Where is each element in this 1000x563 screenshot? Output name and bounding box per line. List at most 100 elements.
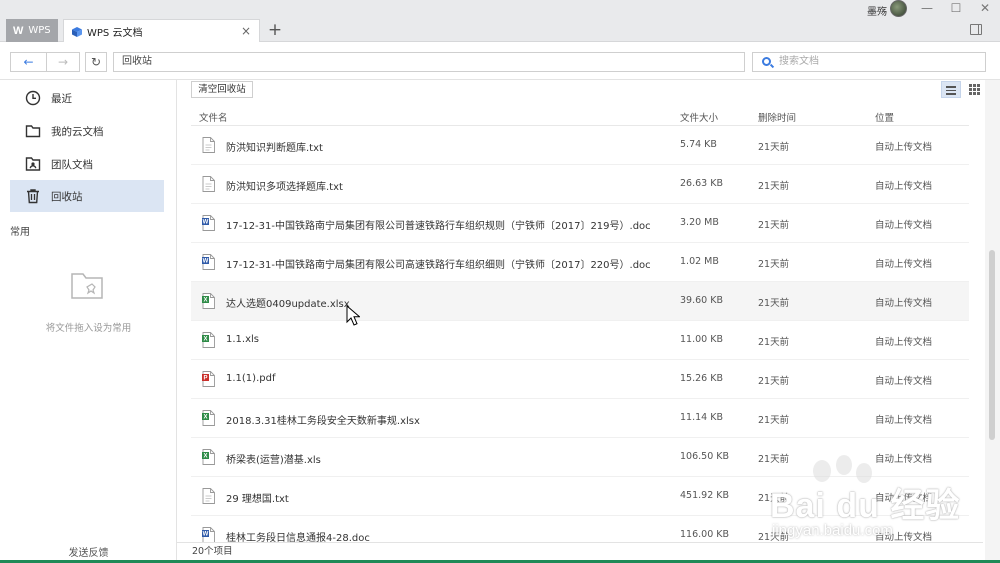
tab-wps-label: WPS [28,25,51,36]
watermark-url: jingyan.baidu.com [772,522,893,539]
word-file-icon: W [202,215,215,231]
empty-favorites-folder-icon [71,273,103,299]
send-feedback-link[interactable]: 发送反馈 [0,544,177,559]
deleted-time: 21天前 [758,142,790,153]
file-size: 11.00 KB [680,334,723,345]
file-name[interactable]: 29 理想国.txt [226,490,289,505]
file-size: 39.60 KB [680,295,723,306]
navigation-bar: ← → ↻ 回收站 搜索文档 [0,42,1000,80]
file-name[interactable]: 1.1.xls [226,334,259,345]
back-button[interactable]: ← [10,52,46,72]
column-header-name[interactable]: 文件名 [199,110,228,124]
table-row[interactable]: X 2018.3.31桂林工务段安全天数新事规.xlsx 11.14 KB 21天前 自… [191,399,969,438]
new-tab-button[interactable]: + [266,20,284,40]
file-name[interactable]: 桥梁表(运营)潜基.xls [226,451,321,466]
sidebar-item-label: 最近 [51,92,72,105]
file-name[interactable]: 17-12-31-中国铁路南宁局集团有限公司高速铁路行车组织细则（宁铁师〔201… [226,256,651,271]
svg-text:X: X [203,337,207,343]
file-location: 自动上传文档 [875,220,933,231]
sidebar-item-recent[interactable]: 最近 [10,82,164,114]
file-name[interactable]: 1.1(1).pdf [226,373,275,384]
sidebar: 最近 我的云文档 团队文档 回收站 常用 将文件拖入设为常用 发送反馈 [0,80,177,560]
svg-text:W: W [203,532,209,538]
search-input[interactable]: 搜索文档 [752,52,986,72]
file-size: 451.92 KB [680,490,730,501]
table-row[interactable]: 防洪知识判断题库.txt 5.74 KB 21天前 自动上传文档 [191,126,969,165]
word-file-icon: W [202,254,215,270]
table-row[interactable]: P 1.1(1).pdf 15.26 KB 21天前 自动上传文档 [191,360,969,399]
file-name[interactable]: 防洪知识多项选择题库.txt [226,178,343,193]
table-row[interactable]: W 17-12-31-中国铁路南宁局集团有限公司高速铁路行车组织细则（宁铁师〔20… [191,243,969,282]
table-row[interactable]: W 17-12-31-中国铁路南宁局集团有限公司普速铁路行车组织规则（宁铁师〔20… [191,204,969,243]
search-placeholder: 搜索文档 [779,56,819,67]
team-folder-icon [25,157,41,171]
txt-file-icon [202,176,215,192]
file-name[interactable]: 2018.3.31桂林工务段安全天数新事规.xlsx [226,412,420,427]
deleted-time: 21天前 [758,337,790,348]
sidebar-item-team[interactable]: 团队文档 [10,148,164,180]
search-icon [762,57,771,66]
refresh-button[interactable]: ↻ [85,52,107,72]
deleted-time: 21天前 [758,259,790,270]
deleted-time: 21天前 [758,376,790,387]
file-location: 自动上传文档 [875,181,933,192]
side-panel-toggle-icon[interactable] [970,24,982,35]
mouse-cursor-icon [346,305,360,326]
file-size: 116.00 KB [680,529,730,540]
forward-button[interactable]: → [46,52,80,72]
scrollbar-thumb[interactable] [989,250,995,440]
file-name[interactable]: 17-12-31-中国铁路南宁局集团有限公司普速铁路行车组织规则（宁铁师〔201… [226,217,651,232]
file-size: 3.20 MB [680,217,719,228]
title-bar: W WPS WPS 云文档 × + 墨殇 — ☐ ✕ [0,0,1000,43]
tab-cloud-label: WPS 云文档 [87,28,143,39]
deleted-time: 21天前 [758,181,790,192]
folder-icon [25,125,41,138]
file-size: 1.02 MB [680,256,719,267]
tab-close-icon[interactable]: × [241,25,251,37]
tab-cloud-docs[interactable]: WPS 云文档 × [63,19,260,43]
table-row[interactable]: X 1.1.xls 11.00 KB 21天前 自动上传文档 [191,321,969,360]
list-view-icon[interactable] [941,81,961,98]
close-window-icon[interactable]: ✕ [978,1,992,15]
svg-text:W: W [203,259,209,265]
file-location: 自动上传文档 [875,337,933,348]
file-size: 26.63 KB [680,178,723,189]
tab-wps-home[interactable]: W WPS [6,19,58,42]
clock-icon [25,90,41,106]
svg-text:X: X [203,415,207,421]
address-bar[interactable]: 回收站 [113,52,745,72]
deleted-time: 21天前 [758,298,790,309]
minimize-icon[interactable]: — [920,1,934,15]
file-size: 11.14 KB [680,412,723,423]
grid-view-icon[interactable] [969,84,980,95]
excel-file-icon: X [202,449,215,465]
column-header-size[interactable]: 文件大小 [680,110,718,124]
sidebar-item-recycle-bin[interactable]: 回收站 [10,180,164,212]
svg-text:W: W [203,220,209,226]
svg-text:P: P [203,376,207,382]
sidebar-item-my-cloud[interactable]: 我的云文档 [10,115,164,147]
table-row[interactable]: X 达人选题0409update.xlsx 39.60 KB 21天前 自动上传文档 [191,282,969,321]
empty-favorites-hint: 将文件拖入设为常用 [45,323,132,334]
file-name[interactable]: 防洪知识判断题库.txt [226,139,323,154]
favorites-section-label: 常用 [10,227,30,238]
user-name[interactable]: 墨殇 [867,3,887,18]
sidebar-item-label: 回收站 [51,190,83,203]
file-size: 5.74 KB [680,139,717,150]
empty-recycle-bin-button[interactable]: 清空回收站 [191,81,253,98]
avatar[interactable] [890,0,907,17]
trash-icon [27,189,39,204]
pdf-file-icon: P [202,371,215,387]
column-header-location[interactable]: 位置 [875,110,894,124]
table-row[interactable]: 防洪知识多项选择题库.txt 26.63 KB 21天前 自动上传文档 [191,165,969,204]
file-name[interactable]: 达人选题0409update.xlsx [226,295,350,310]
file-location: 自动上传文档 [875,259,933,270]
txt-file-icon [202,488,215,504]
maximize-icon[interactable]: ☐ [949,1,963,15]
svg-text:X: X [203,298,207,304]
column-header-deleted[interactable]: 删除时间 [758,110,796,124]
excel-file-icon: X [202,410,215,426]
excel-file-icon: X [202,332,215,348]
deleted-time: 21天前 [758,220,790,231]
file-location: 自动上传文档 [875,376,933,387]
